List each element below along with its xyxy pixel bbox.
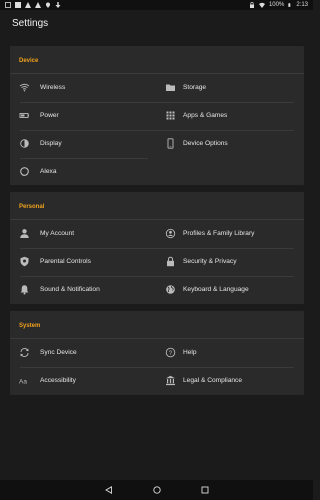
- navigation-bar: [0, 480, 313, 500]
- settings-item-label: Power: [40, 112, 59, 119]
- section-title-system: System: [19, 323, 41, 329]
- settings-item-sync-device[interactable]: Sync Device: [10, 339, 157, 367]
- settings-item-label: Wireless: [40, 84, 66, 91]
- settings-item-alexa[interactable]: Alexa: [10, 158, 157, 186]
- system-grid: Sync Device ? Help Aa Accessibility Lega…: [10, 339, 304, 395]
- battery-status-icon: [288, 3, 291, 7]
- settings-item-apps-games[interactable]: Apps & Games: [157, 102, 304, 130]
- battery-icon: [19, 113, 29, 118]
- profiles-icon: [165, 228, 176, 239]
- battery-percent: 100%: [268, 2, 285, 8]
- personal-row: Parental Controls Security & Privacy: [10, 248, 304, 276]
- settings-item-display[interactable]: Display: [10, 130, 157, 158]
- courthouse-icon: [166, 375, 175, 386]
- accessibility-text-icon: Aa: [19, 379, 27, 386]
- settings-item-sound-notification[interactable]: Sound & Notification: [10, 276, 157, 304]
- notification-icon: [5, 2, 11, 8]
- device-row: Display Device Options: [10, 130, 304, 158]
- status-right: 100% 2:13: [249, 2, 308, 8]
- device-row: Alexa: [10, 158, 304, 186]
- recents-square-icon: [201, 486, 208, 494]
- settings-item-label: Storage: [183, 84, 207, 91]
- notification-icon: [15, 2, 21, 8]
- personal-row: Sound & Notification Keyboard & Language: [10, 276, 304, 304]
- settings-item-accessibility[interactable]: Aa Accessibility: [10, 367, 157, 395]
- section-personal: Personal My Account Profiles & Family Li…: [10, 192, 304, 304]
- settings-item-label: Profiles & Family Library: [183, 230, 255, 237]
- home-button[interactable]: [152, 485, 162, 495]
- sync-icon: [20, 348, 29, 357]
- section-title-personal: Personal: [19, 204, 45, 210]
- settings-item-label: Device Options: [183, 140, 228, 147]
- settings-item-label: Alexa: [40, 168, 57, 175]
- settings-item-label: Legal & Compliance: [183, 377, 243, 384]
- settings-item-label: My Account: [40, 230, 75, 237]
- settings-item-wireless[interactable]: Wireless: [10, 74, 157, 102]
- page-title: Settings: [12, 17, 49, 29]
- help-icon: ?: [165, 347, 176, 358]
- svg-text:?: ?: [169, 351, 173, 357]
- settings-item-keyboard-language[interactable]: Keyboard & Language: [157, 276, 304, 304]
- back-button[interactable]: [104, 485, 114, 495]
- shield-icon: [20, 256, 29, 267]
- settings-item-parental-controls[interactable]: Parental Controls: [10, 248, 157, 276]
- settings-item-profiles-family-library[interactable]: Profiles & Family Library: [157, 220, 304, 248]
- person-icon: [20, 229, 29, 238]
- apps-grid-icon: [166, 111, 175, 120]
- app-bar: Settings: [0, 10, 313, 36]
- phone-icon: [167, 138, 174, 149]
- back-triangle-icon: [104, 486, 112, 494]
- status-left: [5, 2, 61, 8]
- clock: 2:13: [296, 2, 308, 8]
- alexa-ring-icon: [20, 167, 29, 177]
- section-system: System Sync Device ? Help Aa Accessibili…: [10, 311, 304, 395]
- settings-item-label: Apps & Games: [183, 112, 228, 119]
- system-row: Sync Device ? Help: [10, 339, 304, 367]
- svg-text:Aa: Aa: [19, 379, 27, 386]
- folder-icon: [166, 84, 175, 91]
- settings-item-help[interactable]: ? Help: [157, 339, 304, 367]
- warning-icon: [25, 2, 31, 8]
- system-row: Aa Accessibility Legal & Compliance: [10, 367, 304, 395]
- personal-row: My Account Profiles & Family Library: [10, 220, 304, 248]
- personal-grid: My Account Profiles & Family Library Par…: [10, 220, 304, 304]
- settings-item-security-privacy[interactable]: Security & Privacy: [157, 248, 304, 276]
- location-icon: [46, 2, 50, 8]
- bell-icon: [20, 285, 29, 295]
- settings-item-my-account[interactable]: My Account: [10, 220, 157, 248]
- device-grid: Wireless Storage Power Apps & Games Disp…: [10, 74, 304, 186]
- download-icon: [55, 2, 61, 8]
- settings-item-label: Sound & Notification: [40, 286, 100, 293]
- section-device: Device Wireless Storage Power Apps & Gam…: [10, 46, 304, 185]
- brightness-icon: [20, 139, 29, 148]
- settings-item-storage[interactable]: Storage: [157, 74, 304, 102]
- settings-item-label: Accessibility: [40, 377, 76, 384]
- device-row: Wireless Storage: [10, 74, 304, 102]
- settings-item-label: Parental Controls: [40, 258, 91, 265]
- globe-icon: [166, 285, 175, 294]
- status-bar: 100% 2:13: [0, 0, 313, 10]
- settings-item-label: Keyboard & Language: [183, 286, 249, 293]
- settings-item-label: Sync Device: [40, 349, 77, 356]
- settings-item-label: Display: [40, 140, 62, 147]
- device-row: Power Apps & Games: [10, 102, 304, 130]
- alert-icon: [35, 2, 41, 8]
- settings-item-label: Security & Privacy: [183, 258, 237, 265]
- settings-item-power[interactable]: Power: [10, 102, 157, 130]
- wifi-icon: [19, 83, 30, 92]
- lock-icon: [167, 256, 174, 267]
- section-title-device: Device: [19, 58, 39, 64]
- lock-status-icon: [249, 2, 254, 8]
- home-circle-icon: [152, 486, 161, 494]
- wifi-status-icon: [258, 2, 265, 8]
- settings-item-legal-compliance[interactable]: Legal & Compliance: [157, 367, 304, 395]
- recents-button[interactable]: [200, 485, 210, 495]
- settings-item-label: Help: [183, 349, 197, 356]
- settings-item-device-options[interactable]: Device Options: [157, 130, 304, 158]
